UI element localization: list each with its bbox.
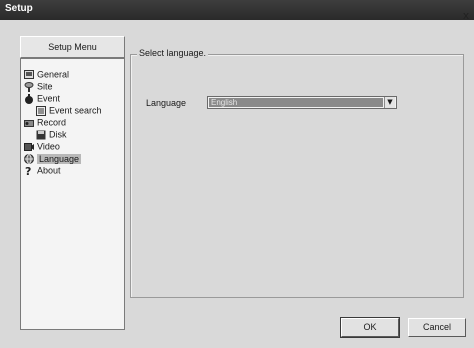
chevron-down-icon[interactable]: ▼ <box>384 97 395 108</box>
site-icon <box>24 81 34 92</box>
setup-window: Setup x Setup Menu General Site Event Ev… <box>0 0 474 348</box>
tree-item-record[interactable]: Record <box>24 116 66 128</box>
tree-item-event[interactable]: Event <box>24 92 60 104</box>
groupbox-title: Select language. <box>137 48 209 58</box>
tree-item-site[interactable]: Site <box>24 80 53 92</box>
language-groupbox <box>130 54 464 298</box>
setup-menu-button[interactable]: Setup Menu <box>20 36 125 58</box>
ok-button[interactable]: OK <box>340 317 400 338</box>
title-bar[interactable]: Setup <box>0 0 474 20</box>
general-icon <box>24 69 34 80</box>
event-icon <box>24 93 34 104</box>
language-selected-value: English <box>209 98 383 107</box>
tree-item-label: Record <box>37 117 67 128</box>
tree-item-video[interactable]: Video <box>24 140 60 152</box>
tree-item-about[interactable]: ? About <box>24 164 61 178</box>
tree-item-label: Video <box>37 141 60 152</box>
setup-menu-tree: General Site Event Event search Record D <box>20 58 125 330</box>
tree-item-disk[interactable]: Disk <box>36 128 67 140</box>
disk-icon <box>36 130 46 140</box>
tree-item-label: Site <box>37 81 53 92</box>
svg-text:?: ? <box>25 166 31 176</box>
record-icon <box>24 118 34 128</box>
language-label: Language <box>146 98 187 108</box>
tree-item-event-search[interactable]: Event search <box>36 104 102 116</box>
tree-item-general[interactable]: General <box>24 68 69 80</box>
tree-item-language[interactable]: Language <box>24 152 82 164</box>
about-icon: ? <box>24 165 34 178</box>
window-title: Setup <box>5 3 33 14</box>
tree-item-label: Disk <box>49 129 67 140</box>
tree-item-label: General <box>37 69 70 80</box>
tree-item-label: About <box>37 165 61 176</box>
tree-item-label: Event <box>37 93 61 104</box>
event-search-icon <box>36 105 46 116</box>
language-select[interactable]: English ▼ <box>207 96 397 109</box>
video-icon <box>24 142 34 152</box>
tree-item-label: Language <box>37 153 82 164</box>
language-icon <box>24 153 34 164</box>
tree-item-label: Event search <box>49 105 102 116</box>
cancel-button[interactable]: Cancel <box>408 318 466 337</box>
close-icon[interactable]: x <box>460 10 472 22</box>
